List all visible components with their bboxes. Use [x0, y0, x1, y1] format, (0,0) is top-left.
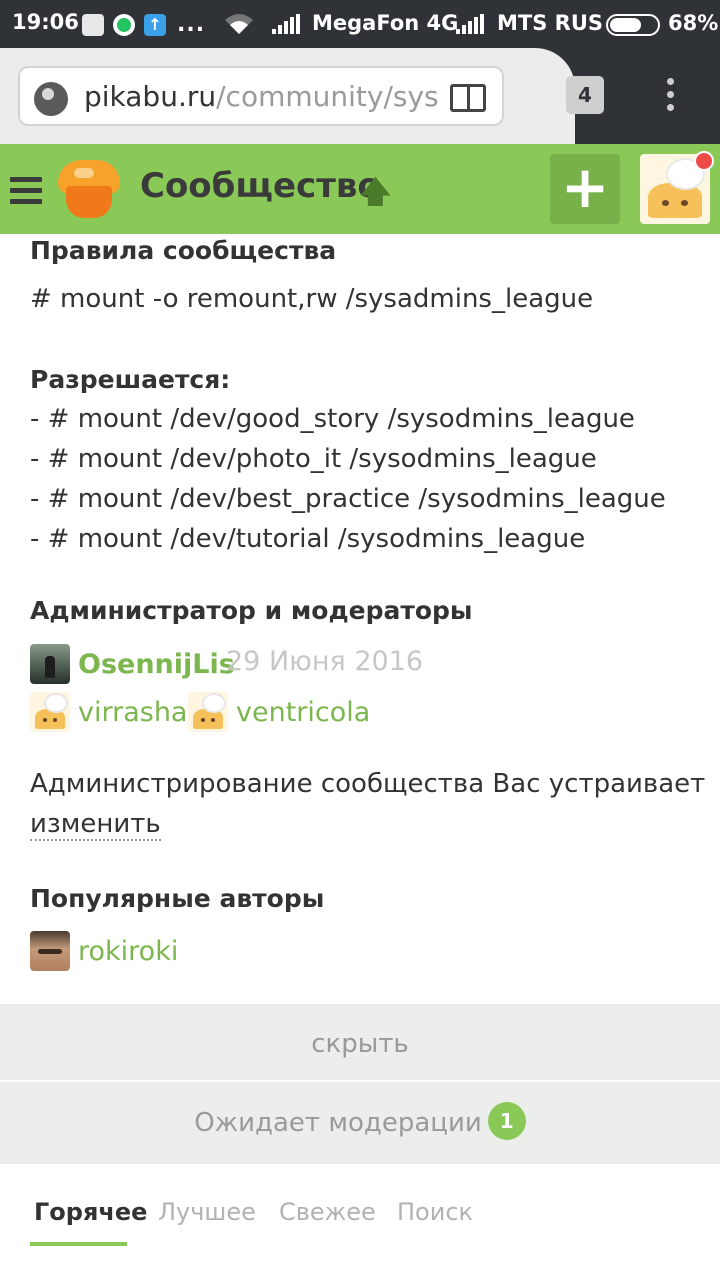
author-name[interactable]: rokiroki [78, 936, 178, 967]
admin-name[interactable]: OsennijLis [78, 649, 235, 680]
avatar [30, 644, 70, 684]
tab-hot[interactable]: Горячее [34, 1198, 147, 1226]
allowed-item: - # mount /dev/tutorial /sysodmins_leagu… [30, 524, 586, 554]
battery-icon [606, 14, 660, 36]
hide-label: скрыть [311, 1029, 409, 1059]
url-text[interactable]: pikabu.ru/community/sysc [84, 80, 440, 113]
moderation-count-badge: 1 [487, 1101, 526, 1140]
address-bar[interactable]: pikabu.ru/community/sysc [18, 66, 504, 126]
change-link[interactable]: изменить [30, 809, 161, 841]
status-bar: 19:06 ↑ ... MegaFon 4G MTS RUS 68% [0, 0, 720, 48]
reader-mode-icon[interactable] [450, 84, 486, 112]
admin-user[interactable]: OsennijLis [30, 644, 235, 684]
moderator-user[interactable]: ventricola [188, 692, 370, 732]
allowed-item: - # mount /dev/best_practice /sysodmins_… [30, 484, 666, 514]
avatar [188, 692, 228, 732]
battery-percent: 68% [668, 11, 719, 35]
moderation-label: Ожидает модерации [194, 1108, 482, 1138]
browser-menu-icon[interactable] [667, 78, 675, 117]
url-host: pikabu.ru [84, 80, 217, 113]
url-panel: pikabu.ru/community/sysc [0, 48, 575, 144]
upload-icon: ↑ [144, 13, 166, 36]
pikabu-logo[interactable] [56, 158, 124, 222]
admin-date: 29 Июня 2016 [226, 646, 424, 677]
wifi-icon [225, 14, 253, 34]
add-post-button[interactable]: + [550, 154, 620, 224]
admin-satisfaction-text: Администрирование сообщества Вас устраив… [30, 769, 706, 799]
moderator-user[interactable]: virrasha [30, 692, 187, 732]
mail-icon [82, 13, 104, 36]
moderator-name[interactable]: ventricola [236, 697, 370, 728]
notification-dot [694, 151, 714, 171]
allowed-heading: Разрешается: [30, 365, 231, 394]
awaiting-moderation-button[interactable]: Ожидает модерации 1 [0, 1082, 720, 1164]
globe-icon [34, 82, 68, 116]
admins-heading: Администратор и модераторы [30, 596, 473, 625]
url-path: /community/sysc [216, 80, 440, 113]
feed-tabs: Горячее Лучшее Свежее Поиск [0, 1166, 720, 1280]
hide-button[interactable]: скрыть [0, 1004, 720, 1080]
more-notifications-indicator: ... [177, 12, 206, 37]
avatar [30, 692, 70, 732]
rules-command: # mount -o remount,rw /sysadmins_league [30, 284, 594, 314]
tab-search[interactable]: Поиск [397, 1198, 473, 1226]
popular-author[interactable]: rokiroki [30, 931, 178, 971]
notification-icons: ↑ ... [82, 12, 205, 37]
signal-icon-1 [272, 14, 300, 34]
avatar [30, 931, 70, 971]
operator-1: MegaFon 4G [312, 11, 459, 35]
status-time: 19:06 [12, 10, 79, 34]
allowed-item: - # mount /dev/photo_it /sysodmins_leagu… [30, 444, 597, 474]
rules-heading: Правила сообщества [30, 236, 337, 265]
moderator-name[interactable]: virrasha [78, 697, 187, 728]
operator-2: MTS RUS [497, 11, 604, 35]
hamburger-menu-icon[interactable] [10, 177, 42, 210]
tab-best[interactable]: Лучшее [158, 1198, 256, 1226]
browser-toolbar: pikabu.ru/community/sysc 4 [0, 48, 720, 144]
tab-fresh[interactable]: Свежее [279, 1198, 376, 1226]
allowed-item: - # mount /dev/good_story /sysodmins_lea… [30, 404, 635, 434]
arrow-up-icon[interactable]: 🡅 [360, 170, 391, 221]
active-tab-indicator [30, 1242, 127, 1246]
whatsapp-icon [113, 13, 135, 36]
signal-icon-2 [456, 14, 484, 34]
page-title: Сообщество [140, 166, 381, 206]
popular-authors-heading: Популярные авторы [30, 884, 325, 913]
site-header: Сообщество 🡅 + [0, 144, 720, 234]
tabs-count-button[interactable]: 4 [566, 76, 604, 114]
